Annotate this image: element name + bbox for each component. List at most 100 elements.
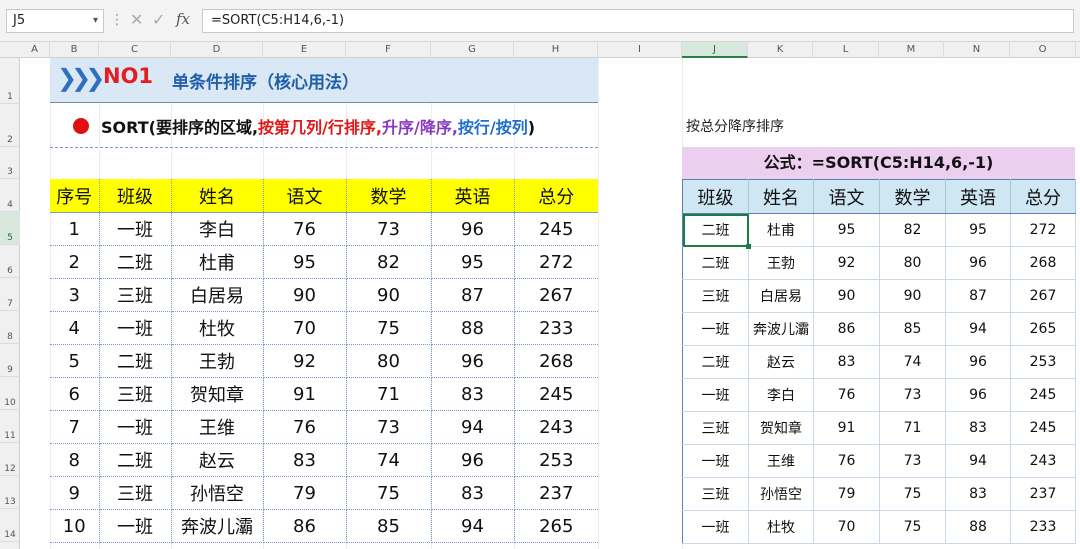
source-header-cell[interactable]: 姓名 (171, 179, 264, 213)
name-box[interactable]: J5 ▾ (6, 9, 104, 33)
column-header-c[interactable]: C (99, 42, 171, 58)
source-cell[interactable]: 87 (431, 278, 515, 312)
source-cell[interactable]: 杜牧 (171, 311, 264, 345)
result-header-cell[interactable]: 总分 (1010, 179, 1076, 214)
source-cell[interactable]: 268 (514, 344, 598, 378)
source-cell[interactable]: 8 (50, 443, 100, 477)
source-header-cell[interactable]: 英语 (431, 179, 515, 213)
result-cell[interactable]: 95 (813, 213, 880, 247)
result-cell[interactable]: 75 (879, 510, 946, 544)
source-header-cell[interactable]: 序号 (50, 179, 100, 213)
source-cell[interactable]: 一班 (99, 311, 172, 345)
source-cell[interactable]: 3 (50, 278, 100, 312)
source-cell[interactable]: 一班 (99, 212, 172, 246)
source-cell[interactable]: 95 (431, 245, 515, 279)
source-cell[interactable]: 李白 (171, 212, 264, 246)
result-header-cell[interactable]: 英语 (945, 179, 1011, 214)
result-cell[interactable]: 272 (1010, 213, 1076, 247)
source-cell[interactable]: 94 (431, 410, 515, 444)
row-header-2[interactable]: 2 (0, 104, 20, 147)
column-header-f[interactable]: F (346, 42, 431, 58)
column-header-b[interactable]: B (50, 42, 99, 58)
result-cell[interactable]: 李白 (748, 378, 814, 412)
result-cell[interactable]: 贺知章 (748, 411, 814, 445)
column-header-k[interactable]: K (748, 42, 813, 58)
result-cell[interactable]: 91 (813, 411, 880, 445)
column-header-j[interactable]: J (682, 42, 748, 58)
formula-input[interactable]: =SORT(C5:H14,6,-1) (202, 9, 1074, 33)
result-cell[interactable]: 267 (1010, 279, 1076, 313)
result-cell[interactable]: 73 (879, 378, 946, 412)
source-cell[interactable]: 83 (263, 443, 347, 477)
result-cell[interactable]: 82 (879, 213, 946, 247)
result-cell[interactable]: 94 (945, 444, 1011, 478)
source-cell[interactable]: 253 (514, 443, 598, 477)
result-cell[interactable]: 79 (813, 477, 880, 511)
more-options-icon[interactable]: ⋮ (110, 12, 124, 28)
result-cell[interactable]: 奔波儿灞 (748, 312, 814, 346)
source-cell[interactable]: 贺知章 (171, 377, 264, 411)
source-cell[interactable]: 96 (431, 212, 515, 246)
result-cell[interactable]: 83 (945, 477, 1011, 511)
column-header-l[interactable]: L (813, 42, 879, 58)
result-cell[interactable]: 孙悟空 (748, 477, 814, 511)
source-header-cell[interactable]: 总分 (514, 179, 598, 213)
source-cell[interactable]: 80 (346, 344, 432, 378)
row-header-6[interactable]: 6 (0, 245, 20, 278)
row-header-8[interactable]: 8 (0, 311, 20, 344)
result-cell[interactable]: 233 (1010, 510, 1076, 544)
row-header-14[interactable]: 14 (0, 509, 20, 542)
source-cell[interactable]: 6 (50, 377, 100, 411)
source-cell[interactable]: 三班 (99, 278, 172, 312)
source-header-cell[interactable]: 班级 (99, 179, 172, 213)
row-header-7[interactable]: 7 (0, 278, 20, 311)
source-cell[interactable]: 96 (431, 344, 515, 378)
source-cell[interactable]: 243 (514, 410, 598, 444)
result-cell[interactable]: 一班 (682, 510, 749, 544)
source-cell[interactable]: 71 (346, 377, 432, 411)
result-cell[interactable]: 243 (1010, 444, 1076, 478)
result-cell[interactable]: 71 (879, 411, 946, 445)
result-cell[interactable]: 白居易 (748, 279, 814, 313)
row-header-12[interactable]: 12 (0, 443, 20, 476)
result-cell[interactable]: 92 (813, 246, 880, 280)
result-cell[interactable]: 杜甫 (748, 213, 814, 247)
source-cell[interactable]: 245 (514, 212, 598, 246)
source-cell[interactable]: 二班 (99, 443, 172, 477)
insert-function-icon[interactable]: fx (176, 10, 190, 28)
result-cell[interactable]: 83 (813, 345, 880, 379)
result-cell[interactable]: 76 (813, 378, 880, 412)
source-cell[interactable]: 一班 (99, 509, 172, 543)
result-cell[interactable]: 70 (813, 510, 880, 544)
result-cell[interactable]: 王勃 (748, 246, 814, 280)
source-header-cell[interactable]: 语文 (263, 179, 347, 213)
result-header-cell[interactable]: 语文 (813, 179, 880, 214)
source-cell[interactable]: 272 (514, 245, 598, 279)
result-cell[interactable]: 265 (1010, 312, 1076, 346)
result-cell[interactable]: 253 (1010, 345, 1076, 379)
result-header-cell[interactable]: 班级 (682, 179, 749, 214)
column-header-e[interactable]: E (263, 42, 346, 58)
source-cell[interactable]: 245 (514, 377, 598, 411)
source-cell[interactable]: 79 (263, 476, 347, 510)
confirm-icon[interactable]: ✓ (152, 10, 165, 29)
source-cell[interactable]: 5 (50, 344, 100, 378)
source-cell[interactable]: 86 (263, 509, 347, 543)
column-header-o[interactable]: O (1010, 42, 1076, 58)
result-cell[interactable]: 二班 (682, 345, 749, 379)
source-cell[interactable]: 4 (50, 311, 100, 345)
row-header-5[interactable]: 5 (0, 212, 20, 245)
result-cell[interactable]: 96 (945, 378, 1011, 412)
result-cell[interactable]: 245 (1010, 378, 1076, 412)
result-cell[interactable]: 95 (945, 213, 1011, 247)
result-cell[interactable]: 96 (945, 246, 1011, 280)
source-cell[interactable]: 83 (431, 476, 515, 510)
column-header-d[interactable]: D (171, 42, 263, 58)
cancel-icon[interactable]: ✕ (130, 10, 143, 29)
column-header-i[interactable]: I (598, 42, 682, 58)
source-cell[interactable]: 王维 (171, 410, 264, 444)
column-header-n[interactable]: N (944, 42, 1010, 58)
result-cell[interactable]: 83 (945, 411, 1011, 445)
row-header-9[interactable]: 9 (0, 344, 20, 377)
result-cell[interactable]: 赵云 (748, 345, 814, 379)
